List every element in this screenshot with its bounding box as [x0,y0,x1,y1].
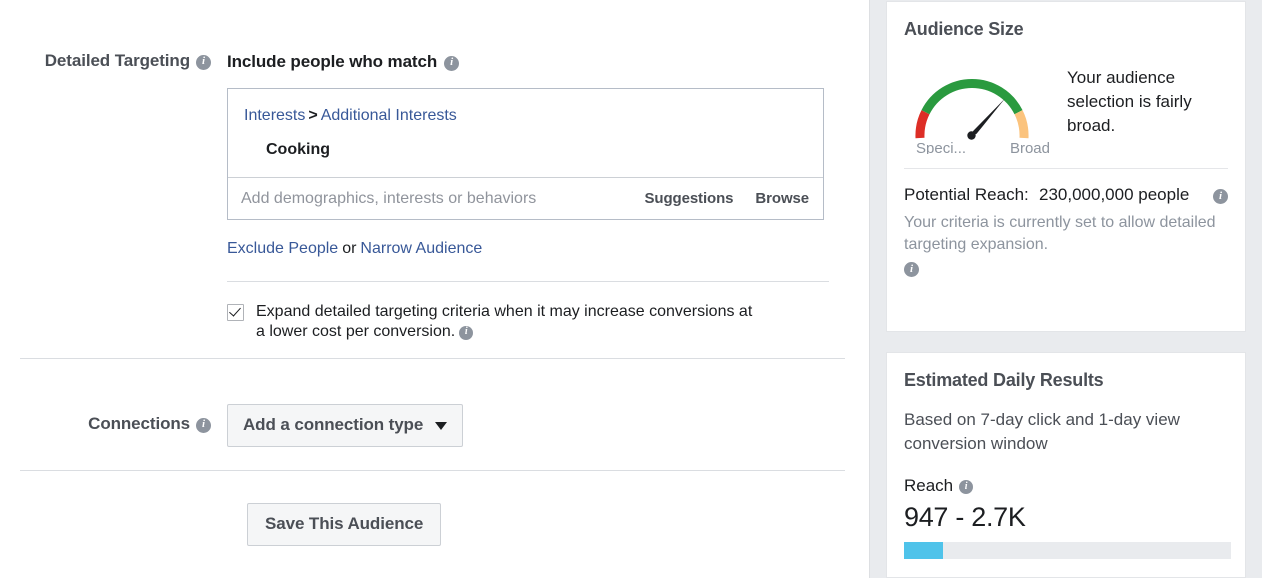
selected-criteria-area: Interests > Additional Interests Cooking [228,89,823,178]
selected-interest-cooking[interactable]: Cooking [244,139,823,161]
connections-label-text: Connections [88,414,190,433]
audience-gauge: Speci... Broad [904,58,1052,154]
narrow-audience-link[interactable]: Narrow Audience [360,240,482,257]
info-icon[interactable]: i [904,262,919,278]
save-audience-row: Save This Audience [247,503,442,546]
audience-modifier-links: Exclude People or Narrow Audience [227,239,845,259]
breadcrumb-link-additional-interests[interactable]: Additional Interests [321,107,457,124]
add-connection-type-button[interactable]: Add a connection type [227,404,464,447]
suggestions-button[interactable]: Suggestions [633,190,744,207]
expand-targeting-checkbox[interactable] [227,304,244,321]
detailed-targeting-section: Detailed Targeting i Include people who … [0,51,869,342]
gauge-axis-labels: Speci... Broad [904,140,1052,154]
reach-progress-bar [904,542,1231,559]
criteria-expansion-note-text: Your criteria is currently set to allow … [904,214,1216,253]
targeting-form-column: Detailed Targeting i Include people who … [0,0,870,578]
reach-metric-value: 947 - 2.7K [904,502,1026,532]
include-people-heading: Include people who match i [227,51,845,72]
reach-metric-label-row: Reach i [904,476,1228,496]
connections-label: Connections i [0,404,227,434]
targeting-inner-divider [227,281,829,282]
connections-section: Connections i Add a connection type [0,404,869,447]
reach-progress-fill [904,542,944,559]
info-icon[interactable]: i [459,325,474,340]
exclude-people-link[interactable]: Exclude People [227,240,338,257]
chevron-down-icon [435,422,448,430]
estimated-daily-results-card: Estimated Daily Results Based on 7-day c… [886,352,1246,578]
detailed-targeting-label-text: Detailed Targeting [44,51,190,70]
section-divider-connections [20,358,845,359]
audience-size-gauge-row: Speci... Broad Your audience selection i… [904,58,1228,154]
expand-targeting-text-wrap: Expand detailed targeting criteria when … [256,302,756,342]
detailed-targeting-label: Detailed Targeting i [0,51,227,71]
gauge-label-broad: Broad [1009,140,1050,154]
include-people-heading-text: Include people who match [227,52,438,71]
potential-reach-row: Potential Reach: 230,000,000 people i [904,183,1228,207]
info-icon[interactable]: i [196,417,211,433]
expand-targeting-option: Expand detailed targeting criteria when … [227,302,845,342]
save-audience-button[interactable]: Save This Audience [247,503,442,546]
add-connection-type-label: Add a connection type [243,415,424,434]
targeting-input-row: Suggestions Browse [228,178,823,219]
potential-reach-info-wrap: i [1213,183,1228,205]
breadcrumb: Interests > Additional Interests [244,105,823,127]
info-icon[interactable]: i [196,54,211,70]
conversion-window-note: Based on 7-day click and 1-day view conv… [904,410,1180,453]
info-icon[interactable]: i [444,55,460,71]
audience-size-title: Audience Size [904,19,1024,39]
links-conjunction: or [342,240,357,257]
audience-card-divider [904,168,1228,169]
detailed-targeting-content: Include people who match i Interests > Add… [227,51,845,342]
expand-targeting-label: Expand detailed targeting criteria when … [256,303,753,340]
estimated-daily-results-title: Estimated Daily Results [904,370,1104,390]
gauge-label-specific: Speci... [916,140,967,154]
section-divider-save [20,470,845,471]
criteria-expansion-note: Your criteria is currently set to allow … [904,212,1228,278]
estimates-sidebar: Audience Size Speci... Broad Your audien… [870,0,1262,578]
breadcrumb-separator: > [308,107,318,124]
browse-button[interactable]: Browse [744,190,823,207]
potential-reach-label: Potential Reach: [904,185,1029,204]
targeting-box: Interests>Additional Interests Cooking S… [227,88,824,220]
info-icon[interactable]: i [1213,189,1228,205]
potential-reach-value: 230,000,000 people [1039,185,1190,204]
audience-size-card: Audience Size Speci... Broad Your audien… [886,1,1246,332]
gauge-icon [915,78,1029,140]
breadcrumb-link-interests[interactable]: Interests [244,107,305,124]
ad-audience-editor: Detailed Targeting i Include people who … [0,0,1262,578]
targeting-search-input[interactable] [228,189,634,208]
info-icon[interactable]: i [959,480,974,494]
audience-size-description: Your audience selection is fairly broad. [1067,68,1192,135]
reach-metric-label: Reach [904,476,954,495]
